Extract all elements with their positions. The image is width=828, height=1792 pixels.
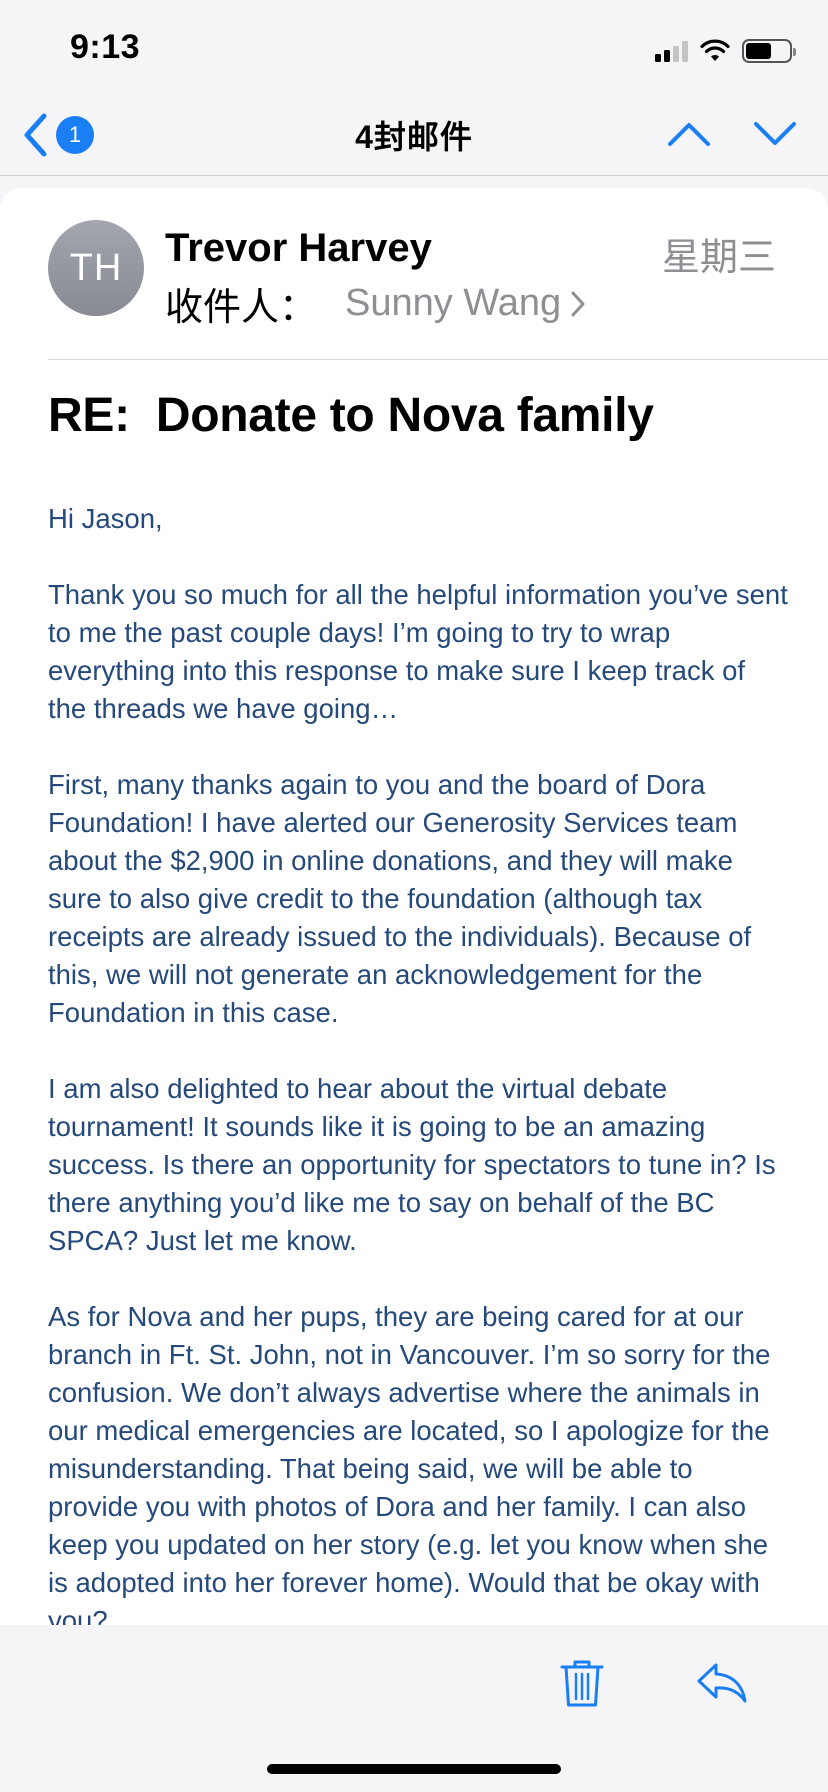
status-icons bbox=[655, 36, 796, 66]
chevron-up-icon bbox=[668, 123, 710, 146]
email-subject: RE: Donate to Nova family bbox=[48, 389, 654, 442]
reply-icon bbox=[697, 1663, 747, 1703]
reply-button[interactable] bbox=[696, 1661, 748, 1710]
next-message-button[interactable] bbox=[752, 114, 798, 154]
body-paragraph: First, many thanks again to you and the … bbox=[48, 769, 752, 1028]
wifi-icon bbox=[700, 39, 730, 61]
body-paragraph: I am also delighted to hear about the vi… bbox=[48, 1073, 776, 1256]
sender-name[interactable]: Trevor Harvey bbox=[165, 226, 432, 271]
navigation-bar: 1 4封邮件 bbox=[0, 100, 828, 176]
status-time: 9:13 bbox=[70, 28, 141, 66]
header-divider bbox=[48, 359, 828, 360]
recipient-label: 收件人： bbox=[165, 287, 318, 329]
trash-button[interactable] bbox=[558, 1657, 606, 1714]
battery-icon bbox=[742, 39, 796, 63]
email-card: TH Trevor Harvey 星期三 收件人： Sunny Wang RE:… bbox=[0, 188, 828, 1628]
previous-message-button[interactable] bbox=[666, 114, 712, 154]
home-indicator[interactable] bbox=[267, 1764, 561, 1774]
message-navigation bbox=[666, 114, 798, 154]
body-paragraph: Hi Jason, bbox=[48, 503, 163, 534]
chevron-right-icon bbox=[571, 291, 585, 316]
recipient-row: 收件人： Sunny Wang bbox=[165, 276, 585, 331]
cellular-signal-icon bbox=[655, 40, 688, 62]
recipient-button[interactable]: Sunny Wang bbox=[345, 282, 585, 325]
body-paragraph: As for Nova and her pups, they are being… bbox=[48, 1301, 771, 1628]
chevron-down-icon bbox=[754, 122, 796, 145]
email-date: 星期三 bbox=[661, 237, 776, 279]
email-body: Hi Jason, Thank you so much for all the … bbox=[48, 500, 788, 1628]
sender-avatar[interactable]: TH bbox=[48, 220, 144, 316]
status-bar: 9:13 bbox=[0, 0, 828, 100]
recipient-name: Sunny Wang bbox=[345, 282, 562, 324]
body-paragraph: Thank you so much for all the helpful in… bbox=[48, 579, 788, 724]
trash-icon bbox=[560, 1660, 604, 1707]
